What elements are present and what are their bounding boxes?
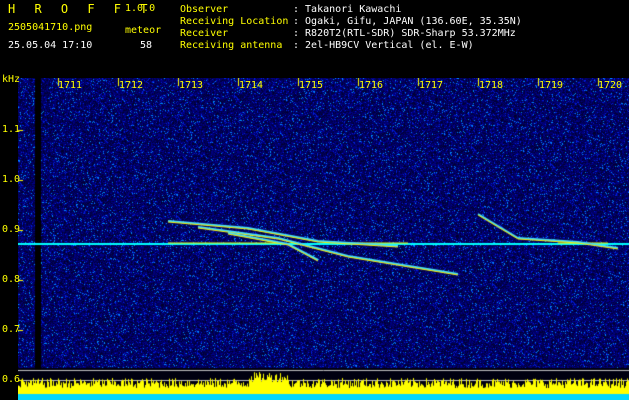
antenna-value: : 2el-HB9CV Vertical (el. E-W)	[293, 40, 474, 51]
y-axis-unit: kHz	[2, 74, 21, 85]
spectrogram-plot	[18, 78, 629, 400]
observer-label: Observer	[180, 4, 229, 15]
x-tick-label: 1712	[119, 80, 144, 91]
detection-count: 58	[140, 40, 153, 51]
x-tick-label: 1713	[179, 80, 204, 91]
x-tick-label: 1718	[479, 80, 504, 91]
app-version: 1.0.0	[125, 3, 156, 14]
y-tick-label: 0.7	[2, 324, 21, 335]
timestamp: 25.05.04 17:10	[8, 40, 93, 51]
y-tick-label: 0.6	[2, 374, 21, 385]
receiver-label: Receiver	[180, 28, 229, 39]
x-tick-label: 1714	[239, 80, 264, 91]
x-tick-label: 1717	[419, 80, 444, 91]
hrofft-window: H R O F F T 1.0.0 2505041710.png 25.05.0…	[0, 0, 629, 400]
observer-value: : Takanori Kawachi	[293, 4, 402, 15]
detection-mode: meteor	[125, 25, 162, 36]
y-tick-label: 1.0	[2, 174, 21, 185]
location-value: : Ogaki, Gifu, JAPAN (136.60E, 35.35N)	[293, 16, 522, 27]
filename: 2505041710.png	[8, 22, 93, 33]
y-tick-label: 1.1	[2, 124, 21, 135]
x-tick-label: 1716	[359, 80, 384, 91]
x-tick-label: 1711	[58, 80, 83, 91]
location-label: Receiving Location	[180, 16, 289, 27]
x-tick-label: 1715	[299, 80, 324, 91]
antenna-label: Receiving antenna	[180, 40, 283, 51]
y-tick-label: 0.8	[2, 274, 21, 285]
x-tick-label: 1720	[598, 80, 623, 91]
y-tick-label: 0.9	[2, 224, 21, 235]
receiver-value: : R820T2(RTL-SDR) SDR-Sharp 53.372MHz	[293, 28, 516, 39]
x-tick-label: 1719	[539, 80, 564, 91]
